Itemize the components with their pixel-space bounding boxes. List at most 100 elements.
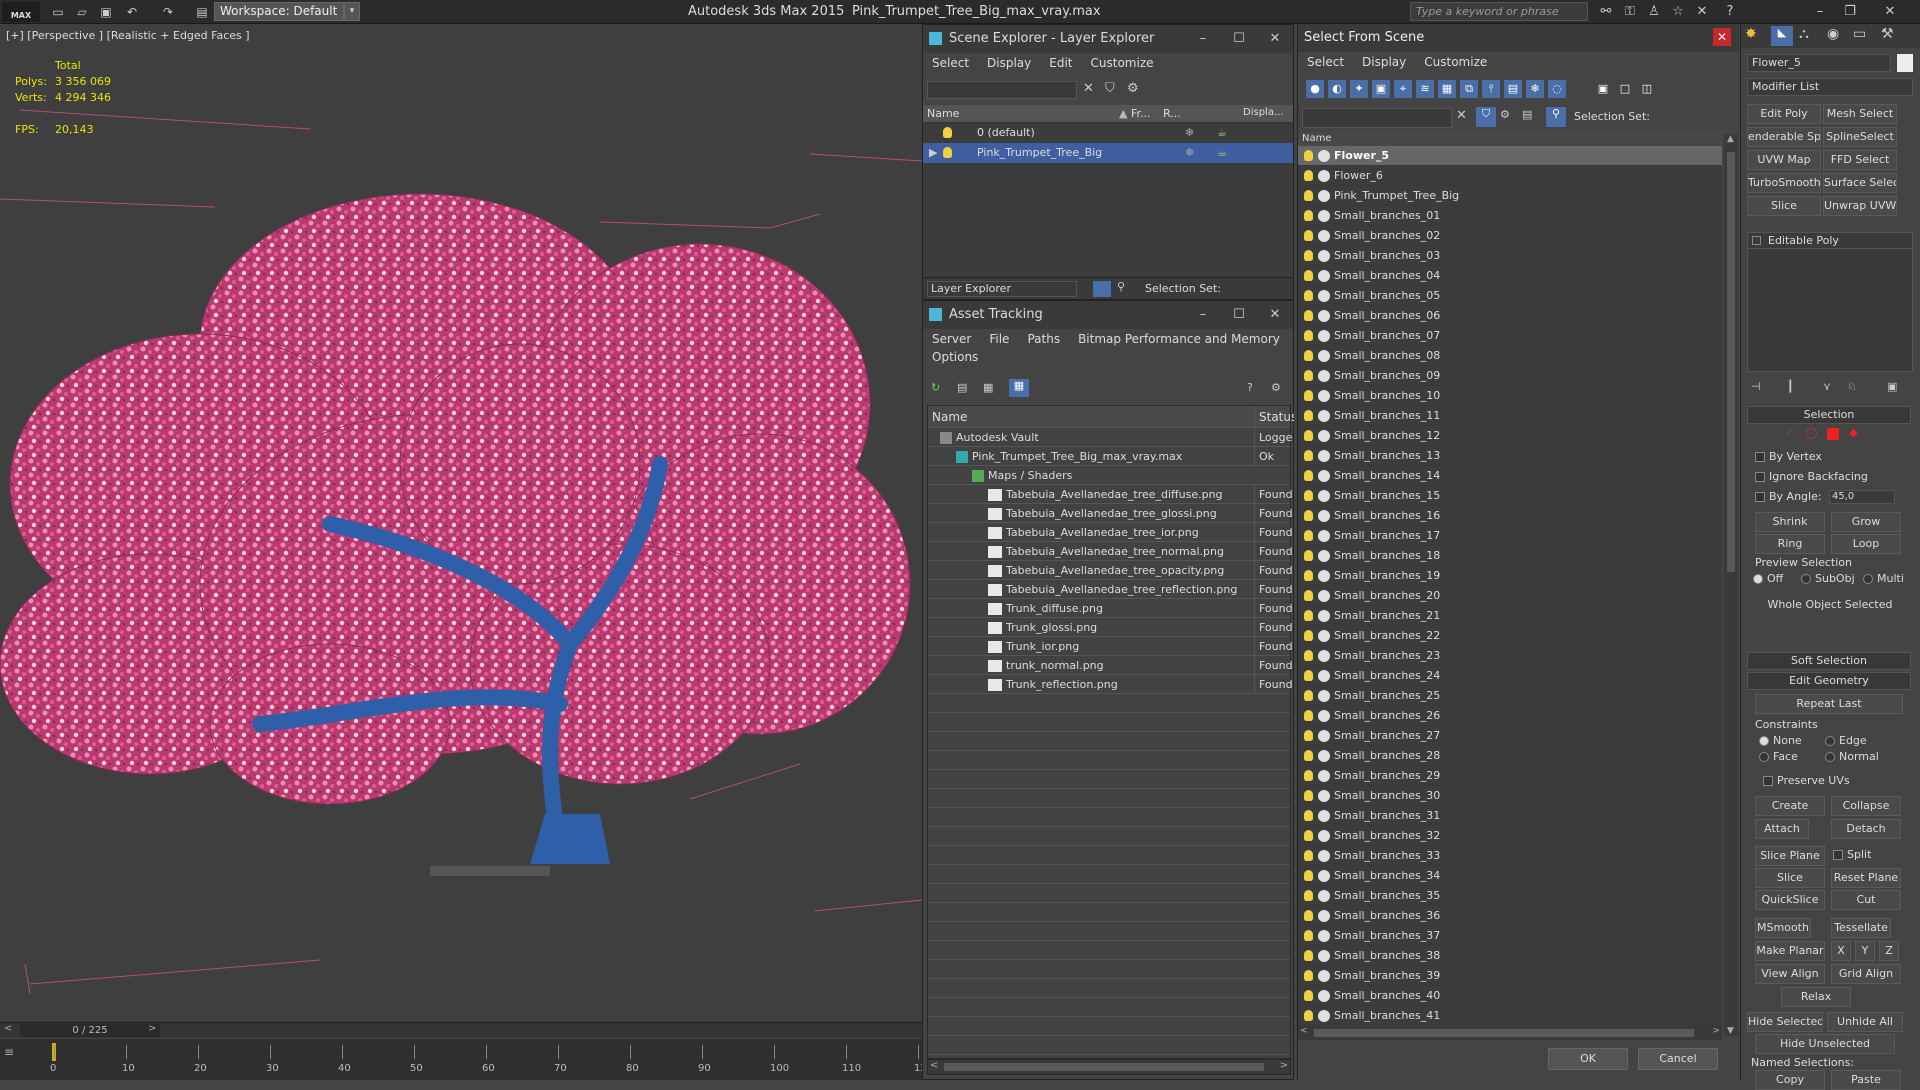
time-next-icon[interactable]: > xyxy=(148,1023,156,1034)
hierarchy-tab-icon[interactable]: ⛬ xyxy=(1799,26,1809,42)
light-bulb-icon[interactable] xyxy=(1304,450,1313,461)
menu-select[interactable]: Select xyxy=(923,53,978,73)
utilities-tab-icon[interactable]: ⚒ xyxy=(1881,26,1894,42)
split-checkbox[interactable]: Split xyxy=(1833,848,1871,861)
freeze-icon[interactable]: ❄ xyxy=(1185,123,1194,143)
by-angle-checkbox[interactable]: By Angle: xyxy=(1755,490,1822,503)
shrink-button[interactable]: Shrink xyxy=(1755,512,1825,532)
preserve-uvs-checkbox[interactable]: Preserve UVs xyxy=(1763,774,1850,787)
light-bulb-icon[interactable] xyxy=(1304,190,1313,201)
user-icon[interactable]: ♙ xyxy=(1644,3,1664,21)
scene-object-row[interactable]: Small_branches_24 xyxy=(1298,666,1722,686)
scene-object-row[interactable]: Small_branches_33 xyxy=(1298,846,1722,866)
table-view-icon[interactable]: ▦ xyxy=(1009,379,1029,397)
menu-server[interactable]: Server xyxy=(923,329,980,349)
edge-icon[interactable]: ⟋ xyxy=(1785,426,1793,440)
refresh-icon[interactable]: ↻ xyxy=(931,381,940,394)
preview-subobj-radio[interactable]: SubObj xyxy=(1801,572,1855,585)
modifier-button[interactable]: TurboSmooth xyxy=(1747,173,1821,193)
scene-object-row[interactable]: Small_branches_10 xyxy=(1298,386,1722,406)
object-list-hscrollbar[interactable]: < > xyxy=(1298,1026,1722,1040)
menu-file[interactable]: File xyxy=(980,329,1018,349)
help-icon[interactable]: ? xyxy=(1720,3,1740,21)
filter-invert-icon[interactable]: ◫ xyxy=(1638,80,1656,98)
msmooth-button[interactable]: MSmooth xyxy=(1755,918,1811,938)
object-name-field[interactable]: Flower_5 xyxy=(1747,54,1891,72)
scene-object-row[interactable]: Small_branches_35 xyxy=(1298,886,1722,906)
modifier-list-dropdown[interactable]: Modifier List xyxy=(1747,78,1913,96)
workspace-dropdown[interactable]: Workspace: Default xyxy=(214,2,344,21)
scene-object-row[interactable]: Small_branches_16 xyxy=(1298,506,1722,526)
asset-row[interactable]: Tabebuia_Avellanedae_tree_reflection.png… xyxy=(928,580,1293,599)
scene-object-row[interactable]: Small_branches_32 xyxy=(1298,826,1722,846)
exchange-icon[interactable]: ✕ xyxy=(1692,3,1712,21)
render-teapot-icon[interactable]: ☕ xyxy=(1217,143,1227,163)
maximize-icon[interactable]: ☐ xyxy=(1221,301,1257,329)
collapse-button[interactable]: Collapse xyxy=(1831,796,1901,816)
detach-button[interactable]: Detach xyxy=(1831,819,1901,839)
light-bulb-icon[interactable] xyxy=(1304,270,1313,281)
layer-row[interactable]: ▶ Pink_Trumpet_Tree_Big ❄ ☕ xyxy=(923,143,1293,163)
timeline-mini-curve-icon[interactable]: ≡ xyxy=(4,1045,22,1061)
close-icon[interactable]: ✕ xyxy=(1713,28,1731,46)
modify-tab-icon[interactable]: ◣ xyxy=(1771,26,1793,46)
scene-object-row[interactable]: Small_branches_12 xyxy=(1298,426,1722,446)
scene-object-row[interactable]: Small_branches_13 xyxy=(1298,446,1722,466)
close-icon[interactable]: ✕ xyxy=(1257,25,1293,53)
configure-sets-icon[interactable]: ▣ xyxy=(1887,380,1897,393)
scene-object-row[interactable]: Small_branches_15 xyxy=(1298,486,1722,506)
light-bulb-icon[interactable] xyxy=(1304,790,1313,801)
menu-customize[interactable]: Customize xyxy=(1415,52,1496,72)
list-view-icon[interactable]: ▤ xyxy=(957,381,967,394)
edit-geometry-rollout[interactable]: Edit Geometry xyxy=(1747,672,1911,690)
light-bulb-icon[interactable] xyxy=(1304,490,1313,501)
scene-object-row[interactable]: Small_branches_09 xyxy=(1298,366,1722,386)
layers-icon[interactable]: ▤ xyxy=(1522,108,1532,121)
light-bulb-icon[interactable] xyxy=(1304,970,1313,981)
light-bulb-icon[interactable] xyxy=(1304,530,1313,541)
ok-button[interactable]: OK xyxy=(1548,1048,1628,1070)
scene-object-row[interactable]: Small_branches_29 xyxy=(1298,766,1722,786)
modifier-button[interactable]: Mesh Select xyxy=(1823,104,1897,124)
selection-rollout[interactable]: Selection xyxy=(1747,406,1911,424)
scene-explorer-search-input[interactable] xyxy=(927,81,1077,99)
minimize-icon[interactable]: – xyxy=(1810,3,1830,21)
scene-object-row[interactable]: Small_branches_18 xyxy=(1298,546,1722,566)
relax-button[interactable]: Relax xyxy=(1781,987,1851,1007)
modifier-button[interactable]: SplineSelect xyxy=(1823,127,1897,147)
layer-row[interactable]: 0 (default) ❄ ☕ xyxy=(923,123,1293,143)
tessellate-button[interactable]: Tessellate xyxy=(1831,918,1891,938)
scroll-thumb[interactable] xyxy=(944,1063,1264,1071)
motion-tab-icon[interactable]: ◉ xyxy=(1827,26,1839,42)
column-name[interactable]: Name xyxy=(928,406,1252,428)
menu-customize[interactable]: Customize xyxy=(1082,53,1163,73)
layer-explorer-icon[interactable] xyxy=(1093,281,1111,297)
light-bulb-icon[interactable] xyxy=(1304,710,1313,721)
modifier-button[interactable]: UVW Map xyxy=(1747,150,1821,170)
scroll-thumb[interactable] xyxy=(1727,152,1735,572)
object-list-scrollbar[interactable]: ▲ ▼ xyxy=(1724,134,1738,1036)
redo-icon[interactable]: ↷ xyxy=(158,3,178,21)
repeat-last-button[interactable]: Repeat Last xyxy=(1755,694,1903,714)
project-folder-icon[interactable]: ▤ xyxy=(192,3,212,21)
light-bulb-icon[interactable] xyxy=(1304,410,1313,421)
filter-geometry-icon[interactable]: ● xyxy=(1306,80,1324,98)
scene-object-row[interactable]: Small_branches_30 xyxy=(1298,786,1722,806)
asset-row[interactable]: Maps / Shaders xyxy=(928,466,1290,485)
asset-row[interactable]: Tabebuia_Avellanedae_tree_diffuse.png Fou… xyxy=(928,485,1293,504)
hierarchy-icon[interactable]: ⚲ xyxy=(1546,107,1566,127)
light-bulb-icon[interactable] xyxy=(1304,670,1313,681)
scene-object-row[interactable]: Small_branches_02 xyxy=(1298,226,1722,246)
filter-space-warps-icon[interactable]: ≋ xyxy=(1416,80,1434,98)
unhide-all-button[interactable]: Unhide All xyxy=(1827,1012,1903,1032)
scene-object-row[interactable]: Small_branches_41 xyxy=(1298,1006,1722,1026)
light-bulb-icon[interactable] xyxy=(1304,590,1313,601)
light-bulb-icon[interactable] xyxy=(1304,370,1313,381)
asset-row[interactable]: Pink_Trumpet_Tree_Big_max_vray.max Ok xyxy=(928,447,1290,466)
make-unique-icon[interactable]: ⋎ xyxy=(1823,380,1831,393)
preview-multi-radio[interactable]: Multi xyxy=(1863,572,1904,585)
light-bulb-icon[interactable] xyxy=(1304,210,1313,221)
scene-object-row[interactable]: Small_branches_04 xyxy=(1298,266,1722,286)
filter-shapes-icon[interactable]: ◐ xyxy=(1328,80,1346,98)
constraint-face-radio[interactable]: Face xyxy=(1759,750,1798,763)
